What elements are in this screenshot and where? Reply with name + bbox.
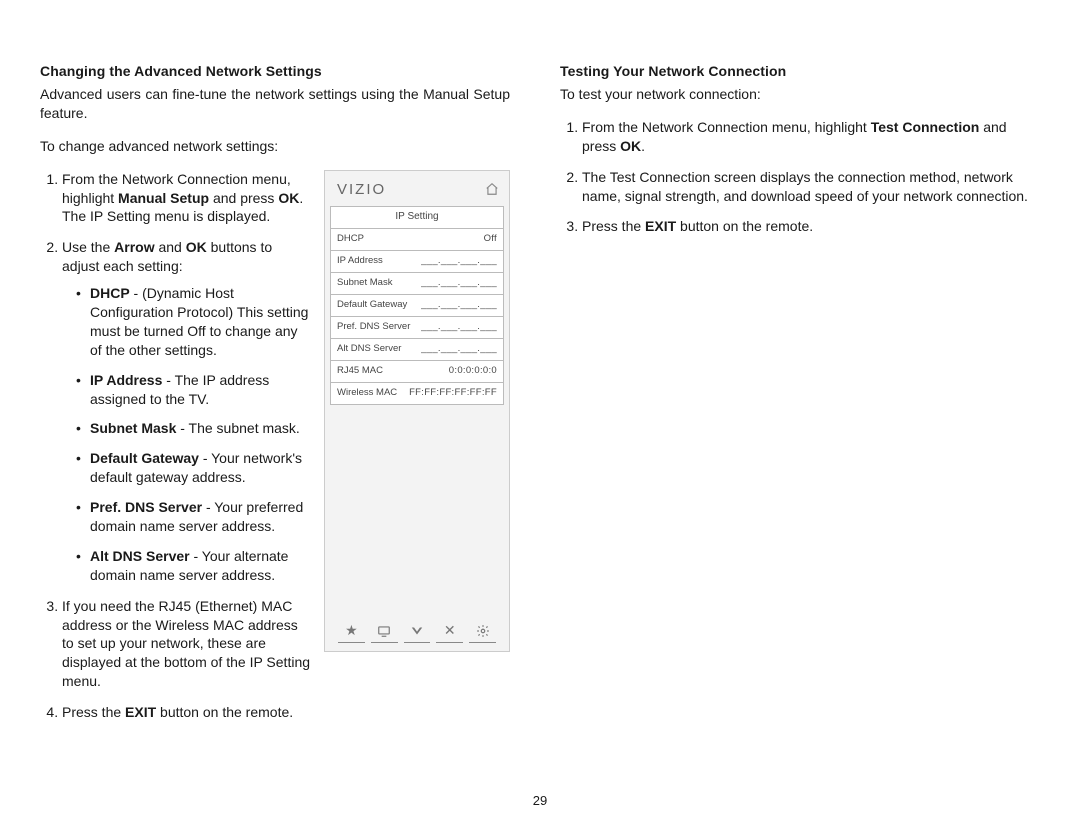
- test-step-1: From the Network Connection menu, highli…: [582, 118, 1030, 156]
- bullet-dhcp: DHCP - (Dynamic Host Configuration Proto…: [76, 284, 510, 360]
- test-step-3: Press the EXIT button on the remote.: [582, 217, 1030, 236]
- tv-title: IP Setting: [395, 211, 438, 223]
- gear-icon: [469, 622, 496, 643]
- heading-testing: Testing Your Network Connection: [560, 63, 1030, 79]
- intro-advanced: Advanced users can fine-tune the network…: [40, 85, 510, 123]
- tv-icon: [371, 622, 398, 643]
- close-icon: ✕: [436, 622, 463, 643]
- right-column: Testing Your Network Connection To test …: [560, 63, 1030, 736]
- tv-brand: VIZIO: [337, 181, 386, 198]
- step-4: Press the EXIT button on the remote.: [62, 703, 510, 722]
- star-icon: ★: [338, 622, 365, 643]
- test-steps: From the Network Connection menu, highli…: [560, 118, 1030, 236]
- page-number: 29: [0, 793, 1080, 808]
- tv-row: IP Address___.___.___.___: [331, 251, 503, 273]
- bullet-gateway: Default Gateway - Your network's default…: [76, 449, 510, 487]
- left-column: Changing the Advanced Network Settings A…: [40, 63, 510, 736]
- bullet-alt-dns: Alt DNS Server - Your alternate domain n…: [76, 547, 510, 585]
- test-step-2: The Test Connection screen displays the …: [582, 168, 1030, 206]
- tv-title-row: IP Setting: [331, 207, 503, 229]
- heading-advanced: Changing the Advanced Network Settings: [40, 63, 510, 79]
- lead-advanced: To change advanced network settings:: [40, 137, 510, 156]
- tv-row: DHCPOff: [331, 229, 503, 251]
- intro-testing: To test your network connection:: [560, 85, 1030, 104]
- bullet-pref-dns: Pref. DNS Server - Your preferred domain…: [76, 498, 510, 536]
- bullet-subnet: Subnet Mask - The subnet mask.: [76, 419, 510, 438]
- bullet-ip: IP Address - The IP address assigned to …: [76, 371, 510, 409]
- tv-footer-icons: ★ ✕: [335, 622, 499, 643]
- v-icon: [404, 622, 431, 643]
- home-icon: [485, 182, 499, 196]
